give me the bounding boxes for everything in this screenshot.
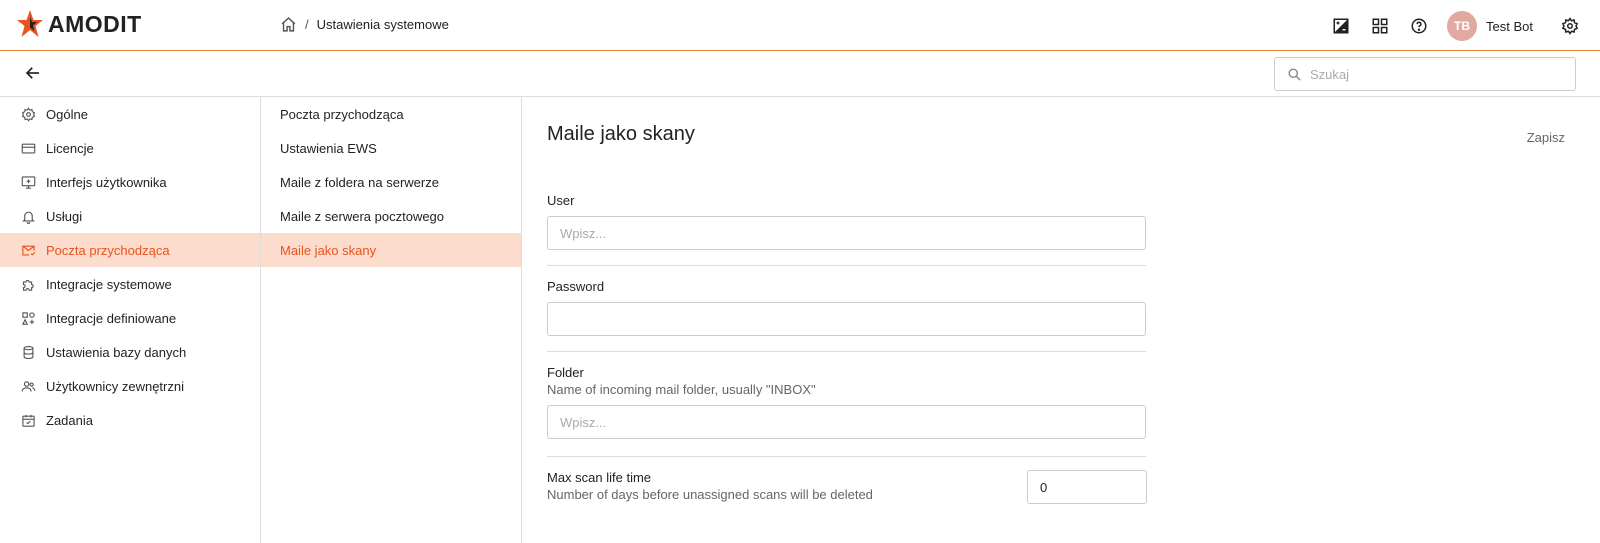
folder-input[interactable] bbox=[547, 405, 1146, 439]
nav-item-label: Ustawienia bazy danych bbox=[46, 344, 187, 360]
users-icon bbox=[20, 378, 36, 394]
top-bar: AMODIT / Ustawienia systemowe TB Test Bo… bbox=[0, 0, 1600, 51]
password-field-group: Password bbox=[547, 279, 1146, 336]
breadcrumb-separator: / bbox=[305, 17, 309, 32]
subnav-item-maile-serwer[interactable]: Maile z serwera pocztowego bbox=[261, 199, 521, 233]
max-scan-label: Max scan life time bbox=[547, 470, 652, 485]
subsection-nav: Poczta przychodząca Ustawienia EWS Maile… bbox=[261, 97, 522, 543]
nav-item-label: Ogólne bbox=[46, 106, 88, 122]
back-arrow-icon[interactable] bbox=[24, 64, 44, 84]
breadcrumb: / Ustawienia systemowe bbox=[280, 16, 449, 33]
header-actions: TB Test Bot bbox=[1314, 11, 1582, 41]
logo[interactable]: AMODIT bbox=[16, 9, 142, 39]
folder-field-group: Folder Name of incoming mail folder, usu… bbox=[547, 365, 1146, 439]
divider bbox=[547, 265, 1146, 266]
bell-icon bbox=[20, 208, 36, 224]
divider bbox=[547, 351, 1146, 352]
user-label: User bbox=[547, 193, 575, 208]
gear-icon[interactable] bbox=[1558, 14, 1582, 38]
contrast-icon[interactable] bbox=[1329, 14, 1353, 38]
gear-icon bbox=[20, 106, 36, 122]
max-scan-description: Number of days before unassigned scans w… bbox=[547, 487, 873, 502]
nav-item-integracje-systemowe[interactable]: Integracje systemowe bbox=[0, 267, 260, 301]
nav-item-label: Poczta przychodząca bbox=[46, 242, 170, 258]
mail-icon bbox=[20, 242, 36, 258]
nav-item-label: Użytkownicy zewnętrzni bbox=[46, 378, 184, 394]
save-button[interactable]: Zapisz bbox=[1527, 130, 1565, 145]
settings-nav: Ogólne Licencje Interfejs użytkownika Us… bbox=[0, 97, 261, 543]
nav-item-label: Integracje definiowane bbox=[46, 310, 177, 326]
folder-description: Name of incoming mail folder, usually "I… bbox=[547, 382, 816, 397]
subnav-item-poczta[interactable]: Poczta przychodząca bbox=[261, 97, 521, 131]
nav-item-label: Usługi bbox=[46, 208, 83, 224]
avatar[interactable]: TB bbox=[1447, 11, 1478, 41]
user-field-group: User bbox=[547, 193, 1146, 250]
settings-content: Maile jako skany Zapisz User Password Fo… bbox=[522, 97, 1600, 543]
puzzle-icon bbox=[20, 276, 36, 292]
subnav-item-maile-skany[interactable]: Maile jako skany bbox=[261, 233, 521, 267]
nav-item-bazy-danych[interactable]: Ustawienia bazy danych bbox=[0, 335, 260, 369]
nav-item-interfejs[interactable]: Interfejs użytkownika bbox=[0, 165, 260, 199]
apps-icon[interactable] bbox=[1368, 14, 1392, 38]
search-icon bbox=[1287, 67, 1302, 82]
monitor-icon bbox=[20, 174, 36, 190]
nav-item-label: Integracje systemowe bbox=[46, 276, 172, 292]
nav-item-poczta[interactable]: Poczta przychodząca bbox=[0, 233, 260, 267]
nav-item-uzytkownicy[interactable]: Użytkownicy zewnętrzni bbox=[0, 369, 260, 403]
subnav-item-ews[interactable]: Ustawienia EWS bbox=[261, 131, 521, 165]
nav-item-uslugi[interactable]: Usługi bbox=[0, 199, 260, 233]
nav-item-ogolne[interactable]: Ogólne bbox=[0, 97, 260, 131]
nav-item-licencje[interactable]: Licencje bbox=[0, 131, 260, 165]
search-input[interactable] bbox=[1310, 66, 1560, 82]
calendar-check-icon bbox=[20, 412, 36, 428]
search-box[interactable] bbox=[1274, 57, 1576, 91]
nav-item-label: Interfejs użytkownika bbox=[46, 174, 167, 190]
sub-toolbar bbox=[0, 51, 1600, 97]
subnav-item-maile-folder[interactable]: Maile z foldera na serwerze bbox=[261, 165, 521, 199]
max-scan-input[interactable] bbox=[1027, 470, 1147, 504]
nav-item-zadania[interactable]: Zadania bbox=[0, 403, 260, 437]
logo-star-icon bbox=[17, 10, 43, 37]
password-input[interactable] bbox=[547, 302, 1146, 336]
divider bbox=[547, 456, 1146, 457]
nav-item-label: Zadania bbox=[46, 412, 93, 428]
user-name[interactable]: Test Bot bbox=[1486, 19, 1533, 34]
page-title: Maile jako skany bbox=[547, 123, 695, 145]
password-label: Password bbox=[547, 279, 605, 294]
home-icon[interactable] bbox=[280, 16, 297, 33]
breadcrumb-current: Ustawienia systemowe bbox=[316, 17, 449, 32]
user-input[interactable] bbox=[547, 216, 1146, 250]
logo-text: AMODIT bbox=[48, 10, 142, 37]
max-scan-field-group: Max scan life time Number of days before… bbox=[547, 470, 1017, 502]
card-icon bbox=[20, 140, 36, 156]
database-icon bbox=[20, 344, 36, 360]
nav-item-integracje-definiowane[interactable]: Integracje definiowane bbox=[0, 301, 260, 335]
widgets-icon bbox=[20, 310, 36, 326]
help-icon[interactable] bbox=[1407, 14, 1431, 38]
folder-label: Folder bbox=[547, 365, 584, 380]
nav-item-label: Licencje bbox=[46, 140, 94, 156]
